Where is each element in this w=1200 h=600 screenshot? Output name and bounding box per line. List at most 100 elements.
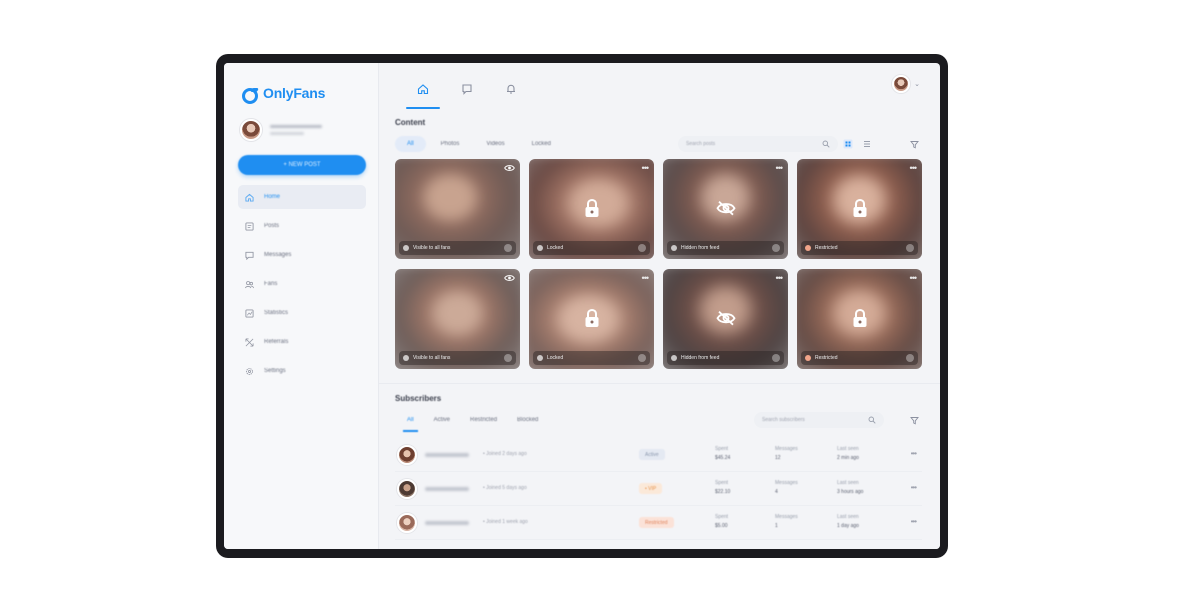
sidebar-nav: Home Posts Messages Fans Statistics Refe… — [238, 185, 366, 383]
search-placeholder: Search posts — [686, 141, 716, 147]
subscriber-filter-button[interactable] — [906, 412, 922, 428]
card-status-bar: Locked — [533, 241, 650, 255]
more-icon[interactable]: ••• — [642, 273, 650, 283]
card-action-icon[interactable] — [638, 244, 646, 252]
card-action-icon[interactable] — [772, 354, 780, 362]
status-label: • VIP — [645, 485, 657, 492]
sidebar-item-referrals[interactable]: Referrals — [238, 330, 366, 354]
tab-all-subscribers[interactable]: All — [403, 412, 418, 432]
more-icon[interactable]: ••• — [911, 449, 917, 458]
card-status-bar: Restricted — [801, 351, 918, 365]
tab-home[interactable] — [401, 79, 445, 109]
spent-stat: Spent $22.10 — [715, 479, 730, 497]
avatar — [892, 75, 911, 93]
lock-icon — [853, 308, 866, 327]
list-view-icon[interactable] — [862, 139, 872, 149]
lock-icon — [585, 198, 598, 217]
eye-icon[interactable] — [504, 274, 515, 282]
tab-notifications[interactable] — [489, 79, 533, 109]
account-menu[interactable]: ⌄ — [892, 75, 920, 93]
card-status-bar: Hidden from feed — [667, 351, 784, 365]
content-filter-button[interactable] — [906, 136, 922, 152]
content-card[interactable]: ••• Locked — [529, 159, 654, 259]
tab-videos[interactable]: Videos — [474, 136, 516, 152]
avatar — [397, 444, 417, 465]
app-screen: OnlyFans + NEW POST Home Posts Messages … — [224, 63, 940, 549]
profile-summary[interactable] — [240, 119, 366, 141]
content-card[interactable]: ••• Hidden from feed — [663, 269, 788, 369]
search-icon — [822, 140, 830, 148]
sidebar-item-posts[interactable]: Posts — [238, 214, 366, 238]
status-icon — [403, 355, 409, 361]
section-title-subscribers: Subscribers — [395, 394, 442, 403]
content-card[interactable]: Visible to all fans — [395, 269, 520, 369]
subscriber-row[interactable]: • Joined 1 week ago Restricted Spent $5.0… — [395, 506, 922, 540]
content-card[interactable]: Visible to all fans — [395, 159, 520, 259]
tab-restricted[interactable]: Restricted — [470, 412, 497, 428]
sidebar-item-messages[interactable]: Messages — [238, 243, 366, 267]
card-action-icon[interactable] — [504, 354, 512, 362]
subscriber-search-input[interactable]: Search subscribers — [754, 412, 884, 428]
content-card[interactable]: ••• Hidden from feed — [663, 159, 788, 259]
more-icon[interactable]: ••• — [910, 273, 918, 283]
status-badge: Restricted — [639, 517, 674, 528]
more-icon[interactable]: ••• — [910, 163, 918, 173]
card-status-bar: Visible to all fans — [399, 241, 516, 255]
messages-value: 1 — [775, 523, 778, 529]
subscriber-row[interactable]: • Joined 2 days ago Active Spent $45.24 M… — [395, 438, 922, 472]
subscriber-joined: • Joined 2 days ago — [483, 451, 527, 457]
last-seen-stat: Last seen 3 hours ago — [837, 479, 863, 497]
onlyfans-logo-icon — [242, 87, 258, 104]
more-icon[interactable]: ••• — [911, 483, 917, 492]
tab-all[interactable]: All — [395, 136, 426, 152]
spent-value: $5.00 — [715, 523, 728, 529]
device-frame: OnlyFans + NEW POST Home Posts Messages … — [216, 54, 948, 558]
tab-messages[interactable] — [445, 79, 489, 109]
content-search-input[interactable]: Search posts — [678, 136, 838, 152]
sidebar-item-home[interactable]: Home — [238, 185, 366, 209]
status-icon — [537, 245, 543, 251]
avatar — [397, 512, 417, 533]
sidebar-item-statistics[interactable]: Statistics — [238, 301, 366, 325]
avatar — [240, 119, 262, 141]
new-post-button[interactable]: + NEW POST — [238, 155, 366, 175]
eye-icon[interactable] — [504, 164, 515, 172]
sidebar-item-label: Home — [264, 194, 281, 200]
card-status-text: Hidden from feed — [681, 245, 720, 251]
content-card[interactable]: ••• Restricted — [797, 159, 922, 259]
status-icon — [537, 355, 543, 361]
messages-icon — [245, 251, 254, 260]
card-action-icon[interactable] — [906, 354, 914, 362]
more-icon[interactable]: ••• — [776, 163, 784, 173]
more-icon[interactable]: ••• — [642, 163, 650, 173]
subscriber-joined: • Joined 1 week ago — [483, 519, 528, 525]
subscriber-name-blurred — [425, 521, 469, 525]
grid-view-icon[interactable] — [843, 139, 853, 149]
card-action-icon[interactable] — [504, 244, 512, 252]
eye-off-icon — [715, 311, 736, 326]
sidebar-item-settings[interactable]: Settings — [238, 359, 366, 383]
card-status-bar: Restricted — [801, 241, 918, 255]
content-card[interactable]: ••• Locked — [529, 269, 654, 369]
chat-icon — [462, 84, 472, 95]
content-card[interactable]: ••• Restricted — [797, 269, 922, 369]
subscriber-row[interactable]: • Joined 5 days ago • VIP Spent $22.10 Me… — [395, 472, 922, 506]
last-seen-label: Last seen — [837, 480, 859, 486]
card-action-icon[interactable] — [906, 244, 914, 252]
sidebar-item-fans[interactable]: Fans — [238, 272, 366, 296]
card-status-text: Hidden from feed — [681, 355, 720, 361]
messages-label: Messages — [775, 446, 798, 452]
tab-blocked[interactable]: Blocked — [517, 412, 538, 428]
status-icon — [403, 245, 409, 251]
more-icon[interactable]: ••• — [911, 517, 917, 526]
more-icon[interactable]: ••• — [776, 273, 784, 283]
tab-locked[interactable]: Locked — [520, 136, 563, 152]
logo[interactable]: OnlyFans — [242, 85, 366, 104]
tab-photos[interactable]: Photos — [429, 136, 472, 152]
messages-label: Messages — [775, 514, 798, 520]
content-section: Content All Photos Videos Locked Search … — [379, 118, 940, 369]
card-action-icon[interactable] — [638, 354, 646, 362]
spent-value: $45.24 — [715, 455, 731, 461]
card-action-icon[interactable] — [772, 244, 780, 252]
tab-active[interactable]: Active — [434, 412, 450, 428]
